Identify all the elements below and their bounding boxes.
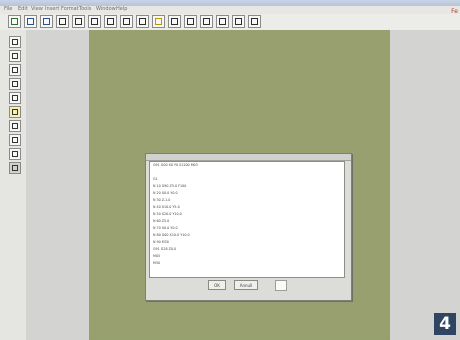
program-line: G91 G28 Z0.0 [153,247,177,251]
select-icon[interactable] [9,120,21,132]
copy-icon[interactable] [88,15,101,28]
program-line: N 50 X20.0 Y10.0 [153,212,182,216]
save-icon[interactable] [40,15,53,28]
undo-icon[interactable] [120,15,133,28]
menu-help[interactable]: Help [116,6,127,12]
cancel-button[interactable]: Annull [234,280,258,290]
program-line: N 60 Z5.0 [153,219,170,223]
node-icon[interactable] [9,92,21,104]
program-line: N 90 M30 [153,240,169,244]
zoom-icon[interactable] [152,15,165,28]
program-text-area[interactable]: G91 G00 X0 Y0 S1200 M03 G1 N 10 G90 Z5.0… [149,161,345,278]
print-icon[interactable] [56,15,69,28]
pointer-icon[interactable] [9,36,21,48]
layer-icon[interactable] [216,15,229,28]
pencil-icon[interactable] [9,64,21,76]
redo-icon[interactable] [136,15,149,28]
program-line: N 40 X10.0 Y5.0 [153,205,180,209]
text-icon[interactable] [232,15,245,28]
open-icon[interactable] [24,15,37,28]
brush-icon[interactable] [9,78,21,90]
tool-sidebar [0,30,27,340]
menu-tools[interactable]: Tools [79,6,91,12]
menu-format[interactable]: Format [61,6,79,12]
toolbar [0,14,460,31]
hand-icon[interactable] [9,50,21,62]
program-line: N 20 X0.0 Y0.0 [153,191,178,195]
program-line: G1 [153,177,158,181]
dialog-title-bar [146,154,351,161]
new-icon[interactable] [8,15,21,28]
gray-tool-icon[interactable] [9,162,21,174]
curve-icon[interactable] [200,15,213,28]
program-line: G91 G00 X0 Y0 S1200 M03 [153,163,198,167]
menu-insert[interactable]: Insert [45,6,59,12]
measure-icon[interactable] [9,148,21,160]
program-line: N 80 G00 X10.0 Y10.0 [153,233,190,237]
program-dialog: G91 G00 X0 Y0 S1200 M03 G1 N 10 G90 Z5.0… [145,153,352,301]
grid-icon[interactable] [184,15,197,28]
check-icon[interactable] [248,15,261,28]
program-line: M05 [153,254,161,258]
program-line: N 30 Z-1.0 [153,198,171,202]
ok-button[interactable]: OK [208,280,226,290]
option-field[interactable] [275,280,287,291]
menu-view[interactable]: View [31,6,43,12]
menu-edit[interactable]: Edit [18,6,28,12]
program-line: N 10 G90 Z5.0 F100 [153,184,187,188]
menu-file[interactable]: File [4,6,12,12]
paste-icon[interactable] [104,15,117,28]
line-icon[interactable] [168,15,181,28]
program-line: M30 [153,261,161,265]
yellow-tool-icon[interactable] [9,106,21,118]
cut-icon[interactable] [72,15,85,28]
program-line: N 70 X0.0 Y0.0 [153,226,178,230]
figure-number-badge: 4 [434,313,456,335]
app-window: File Edit View Insert Format Tools Windo… [0,0,460,340]
menu-window[interactable]: Window [96,6,116,12]
erase-icon[interactable] [9,134,21,146]
